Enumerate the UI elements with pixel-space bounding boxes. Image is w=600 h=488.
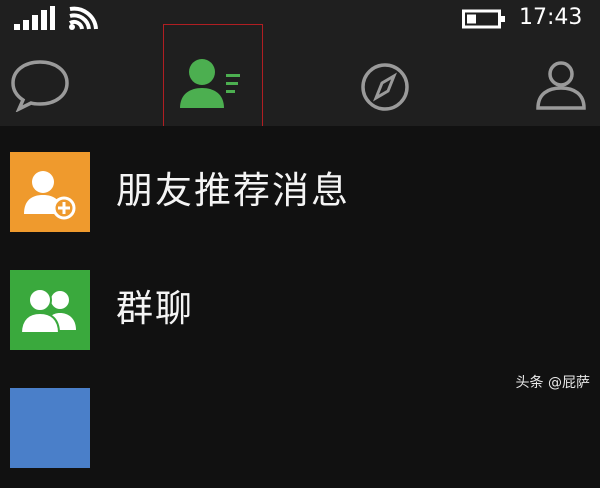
tab-me[interactable] — [530, 58, 592, 112]
compass-icon — [361, 63, 409, 111]
list-item-friend-recommendations[interactable]: 朋友推荐消息 — [0, 152, 600, 252]
list-item-group-chats[interactable]: 群聊 — [0, 270, 600, 370]
tile-friend-recommendations — [10, 152, 90, 232]
list-item-tags[interactable] — [0, 388, 600, 488]
status-time: 17:43 — [519, 5, 583, 30]
chat-bubble-icon — [11, 60, 69, 112]
wifi-icon — [68, 6, 98, 30]
tab-discover[interactable] — [354, 60, 416, 114]
top-bar: 17:43 — [0, 0, 600, 136]
item-label: 朋友推荐消息 — [116, 169, 350, 212]
contacts-list: 朋友推荐消息 群聊 — [0, 126, 600, 468]
status-bar: 17:43 — [0, 0, 600, 36]
tile-blue-partial — [10, 388, 90, 468]
tab-chats[interactable] — [9, 58, 71, 112]
item-label: 群聊 — [116, 287, 194, 330]
group-chat-icon — [10, 270, 90, 350]
person-icon — [536, 61, 586, 110]
highlight-box — [163, 24, 263, 136]
add-friend-icon — [10, 152, 90, 232]
tile-group-chats — [10, 270, 90, 350]
battery-icon — [462, 9, 505, 29]
watermark: 头条 @屁萨 — [515, 375, 590, 391]
signal-strength-icon — [14, 6, 55, 30]
tile-partial — [10, 388, 90, 468]
